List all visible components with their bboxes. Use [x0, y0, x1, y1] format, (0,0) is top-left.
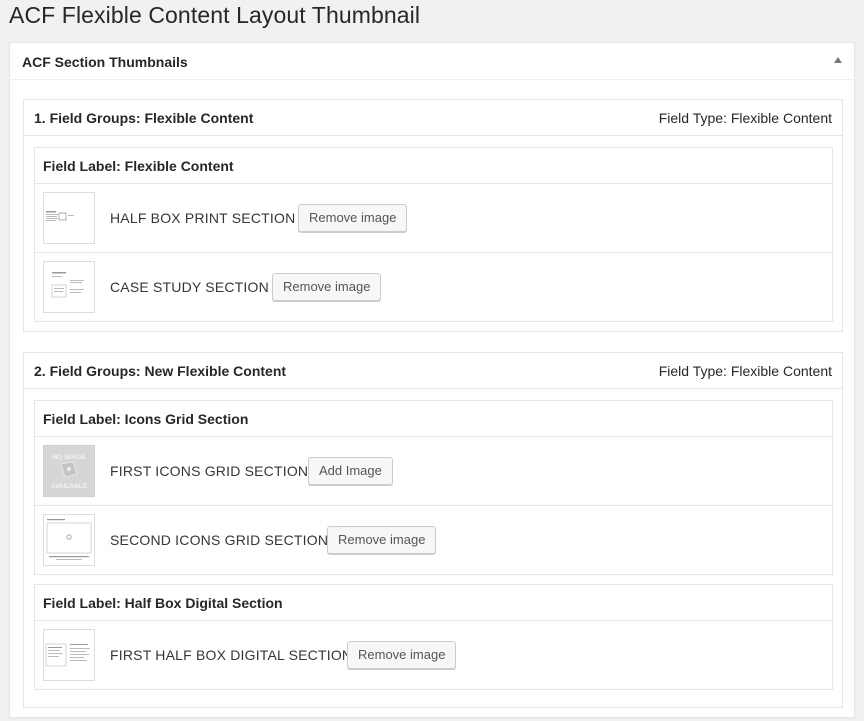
layout-name: FIRST ICONS GRID SECTION — [110, 463, 309, 479]
field-label: Field Label: Half Box Digital Section — [43, 595, 283, 611]
metabox-header[interactable]: ACF Section Thumbnails — [10, 43, 854, 80]
field-header: Field Label: Flexible Content — [35, 148, 832, 184]
add-image-button[interactable]: Add Image — [308, 457, 393, 485]
field-icons-grid-section: Field Label: Icons Grid Section NO IMAGE… — [34, 400, 833, 575]
layout-row-first-half-box-digital: FIRST HALF BOX DIGITAL SECTION Remove im… — [35, 621, 832, 690]
field-header: Field Label: Icons Grid Section — [35, 401, 832, 437]
layout-row-case-study: CASE STUDY SECTION Remove image — [35, 253, 832, 322]
metabox-title: ACF Section Thumbnails — [22, 54, 188, 70]
remove-image-button[interactable]: Remove image — [298, 204, 408, 232]
page-title: ACF Flexible Content Layout Thumbnail — [9, 2, 421, 28]
layout-thumbnail — [43, 261, 95, 313]
layout-name: SECOND ICONS GRID SECTION — [110, 532, 329, 548]
field-half-box-digital-section: Field Label: Half Box Digital Section FI… — [34, 584, 833, 690]
triangle-up-icon[interactable] — [834, 57, 842, 63]
group-header: 2. Field Groups: New Flexible Content Fi… — [24, 353, 842, 389]
layout-row-first-icons-grid: NO IMAGE AVAILABLE FIRST ICONS GRID SECT… — [35, 437, 832, 506]
no-image-placeholder-icon: NO IMAGE AVAILABLE — [43, 445, 95, 497]
group-title: 1. Field Groups: Flexible Content — [34, 110, 254, 126]
layout-name: HALF BOX PRINT SECTION — [110, 210, 296, 226]
group-header: 1. Field Groups: Flexible Content Field … — [24, 100, 842, 136]
layout-name: CASE STUDY SECTION — [110, 279, 269, 295]
field-label: Field Label: Flexible Content — [43, 158, 234, 174]
field-header: Field Label: Half Box Digital Section — [35, 585, 832, 621]
group-field-type: Field Type: Flexible Content — [658, 110, 832, 126]
remove-image-button[interactable]: Remove image — [347, 641, 457, 669]
remove-image-button[interactable]: Remove image — [327, 526, 437, 554]
remove-image-button[interactable]: Remove image — [272, 273, 382, 301]
available-text: AVAILABLE — [51, 483, 88, 490]
layout-thumbnail — [43, 192, 95, 244]
no-image-text: NO IMAGE — [53, 454, 87, 461]
group-title: 2. Field Groups: New Flexible Content — [34, 363, 287, 379]
layout-thumbnail — [43, 629, 95, 681]
field-label: Field Label: Icons Grid Section — [43, 411, 249, 427]
field-group-new-flexible-content: 2. Field Groups: New Flexible Content Fi… — [23, 352, 843, 708]
layout-row-half-box-print: HALF BOX PRINT SECTION Remove image — [35, 184, 832, 253]
layout-name: FIRST HALF BOX DIGITAL SECTION — [110, 647, 353, 663]
acf-thumbnails-metabox: ACF Section Thumbnails 1. Field Groups: … — [9, 42, 855, 718]
layout-row-second-icons-grid: SECOND ICONS GRID SECTION Remove image — [35, 506, 832, 575]
group-field-type: Field Type: Flexible Content — [658, 363, 832, 379]
field-group-flexible-content: 1. Field Groups: Flexible Content Field … — [23, 99, 843, 332]
layout-thumbnail — [43, 514, 95, 566]
field-flexible-content: Field Label: Flexible Content HALF BOX P… — [34, 147, 833, 322]
